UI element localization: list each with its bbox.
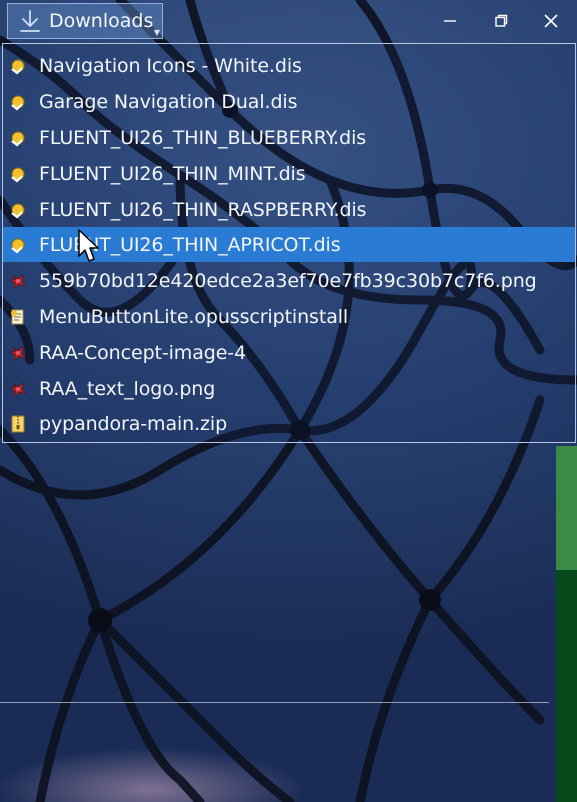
downloads-label: Downloads [49,10,154,32]
menu-item-raa-text-logo[interactable]: RAA_text_logo.png [3,371,575,406]
menu-item-png-hash[interactable]: 559b70bd12e420edce2a3ef70e7fb39c30b7c7f6… [3,263,575,298]
menu-item-label: FLUENT_UI26_THIN_MINT.dis [39,162,306,185]
menu-item-label: FLUENT_UI26_THIN_BLUEBERRY.dis [39,126,367,149]
menu-item-label: pypandora-main.zip [39,412,228,435]
download-arrow-icon [20,10,40,32]
menu-item-raa-concept-image[interactable]: RAA-Concept-image-4 [3,335,575,370]
script-file-icon [11,309,24,324]
restore-icon [495,14,508,27]
menu-item-fluent-blueberry[interactable]: FLUENT_UI26_THIN_BLUEBERRY.dis [3,120,575,155]
menu-item-garage-navigation-dual[interactable]: Garage Navigation Dual.dis [3,84,575,119]
menu-item-label: Garage Navigation Dual.dis [39,90,298,113]
menu-item-pypandora-zip[interactable]: pypandora-main.zip [3,406,575,441]
dis-file-icon [11,59,25,74]
menu-item-label: FLUENT_UI26_THIN_APRICOT.dis [39,233,341,256]
menu-item-label: 559b70bd12e420edce2a3ef70e7fb39c30b7c7f6… [39,269,537,292]
close-icon [544,14,558,28]
menu-item-label: FLUENT_UI26_THIN_RASPBERRY.dis [39,198,367,221]
image-file-icon [10,273,26,289]
restore-button[interactable] [488,8,514,34]
chevron-down-icon: ▼ [153,28,160,37]
menu-item-label: MenuButtonLite.opusscriptinstall [39,305,349,328]
image-file-icon [10,381,26,397]
downloads-menu-button[interactable]: Downloads ▼ [7,3,163,39]
menu-item-label: RAA_text_logo.png [39,377,216,400]
minimize-button[interactable] [437,8,463,34]
dis-file-icon [11,203,25,218]
divider-line [0,702,549,703]
dis-file-icon [11,238,25,253]
menu-item-fluent-raspberry[interactable]: FLUENT_UI26_THIN_RASPBERRY.dis [3,192,575,227]
dis-file-icon [11,167,25,182]
dis-file-icon [11,131,25,146]
downloads-dropdown-menu: Navigation Icons - White.dis Garage Navi… [2,43,576,443]
image-file-icon [10,345,26,361]
menu-item-fluent-mint[interactable]: FLUENT_UI26_THIN_MINT.dis [3,156,575,191]
zip-file-icon [11,415,25,432]
minimize-icon [444,20,456,22]
menu-item-label: Navigation Icons - White.dis [39,54,302,77]
menu-item-menubuttonlite[interactable]: MenuButtonLite.opusscriptinstall [3,299,575,334]
title-bar: Downloads ▼ [0,0,577,44]
dis-file-icon [11,95,25,110]
scrollbar-thumb[interactable] [556,446,577,570]
menu-item-label: RAA-Concept-image-4 [39,341,247,364]
close-button[interactable] [538,8,564,34]
menu-item-fluent-apricot[interactable]: FLUENT_UI26_THIN_APRICOT.dis [3,227,575,262]
menu-item-navigation-icons-white[interactable]: Navigation Icons - White.dis [3,48,575,83]
